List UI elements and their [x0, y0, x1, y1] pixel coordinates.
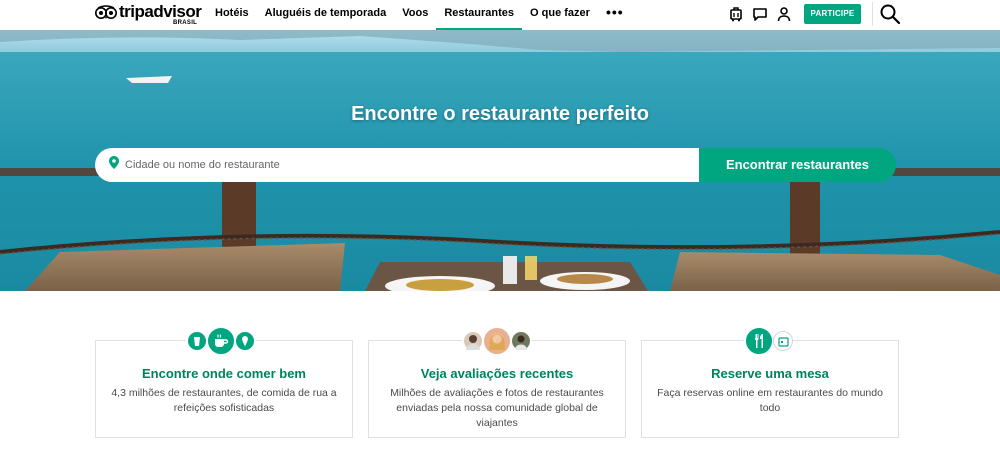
hero-banner: Encontre o restaurante perfeito Encontra…	[0, 30, 1000, 291]
top-header: tripadvisor BRASIL Hotéis Aluguéis de te…	[0, 0, 1000, 30]
avatar	[482, 326, 512, 356]
search-icon[interactable]	[879, 3, 901, 25]
reviewer-avatars	[462, 326, 532, 356]
header-divider	[872, 2, 873, 26]
find-restaurants-button[interactable]: Encontrar restaurantes	[699, 148, 896, 182]
tripadvisor-logo[interactable]: tripadvisor BRASIL	[95, 2, 202, 27]
avatar	[462, 330, 484, 352]
feature-card-text: Faça reservas online em restaurantes do …	[657, 387, 883, 414]
location-pin-icon	[109, 156, 119, 174]
header-icons	[727, 5, 793, 23]
ice-cream-icon	[234, 330, 256, 352]
feature-card-title: Encontre onde comer bem	[142, 366, 306, 381]
feature-card-title: Reserve uma mesa	[711, 366, 829, 381]
nav-hotels[interactable]: Hotéis	[207, 0, 257, 30]
logo-country: BRASIL	[173, 20, 198, 26]
avatar	[510, 330, 532, 352]
trips-icon[interactable]	[727, 5, 745, 23]
nav-restaurants[interactable]: Restaurantes	[436, 0, 523, 30]
nav-flights[interactable]: Voos	[394, 0, 436, 30]
profile-icon[interactable]	[775, 5, 793, 23]
feature-card-text: 4,3 milhões de restaurantes, de comida d…	[111, 387, 337, 414]
owl-logo-icon	[95, 5, 117, 19]
reserve-icons	[744, 326, 793, 356]
fork-knife-icon	[744, 326, 774, 356]
eat-icons	[186, 326, 256, 356]
logo-text: tripadvisor	[119, 2, 202, 21]
restaurant-search-input[interactable]	[125, 159, 625, 171]
hero-title: Encontre o restaurante perfeito	[351, 103, 649, 125]
nav-vacation-rentals[interactable]: Aluguéis de temporada	[257, 0, 395, 30]
calendar-icon	[773, 331, 793, 351]
feature-card-text: Milhões de avaliações e fotos de restaur…	[390, 387, 604, 429]
nav-things-to-do[interactable]: O que fazer	[522, 0, 598, 30]
restaurant-search-box	[95, 148, 700, 182]
nav-more-button[interactable]: •••	[598, 0, 632, 30]
main-nav: Hotéis Aluguéis de temporada Voos Restau…	[207, 0, 632, 30]
feature-card-title: Veja avaliações recentes	[420, 366, 574, 381]
join-button[interactable]: PARTICIPE	[804, 4, 861, 24]
coffee-icon	[206, 326, 236, 356]
messages-icon[interactable]	[751, 5, 769, 23]
drink-icon	[186, 330, 208, 352]
